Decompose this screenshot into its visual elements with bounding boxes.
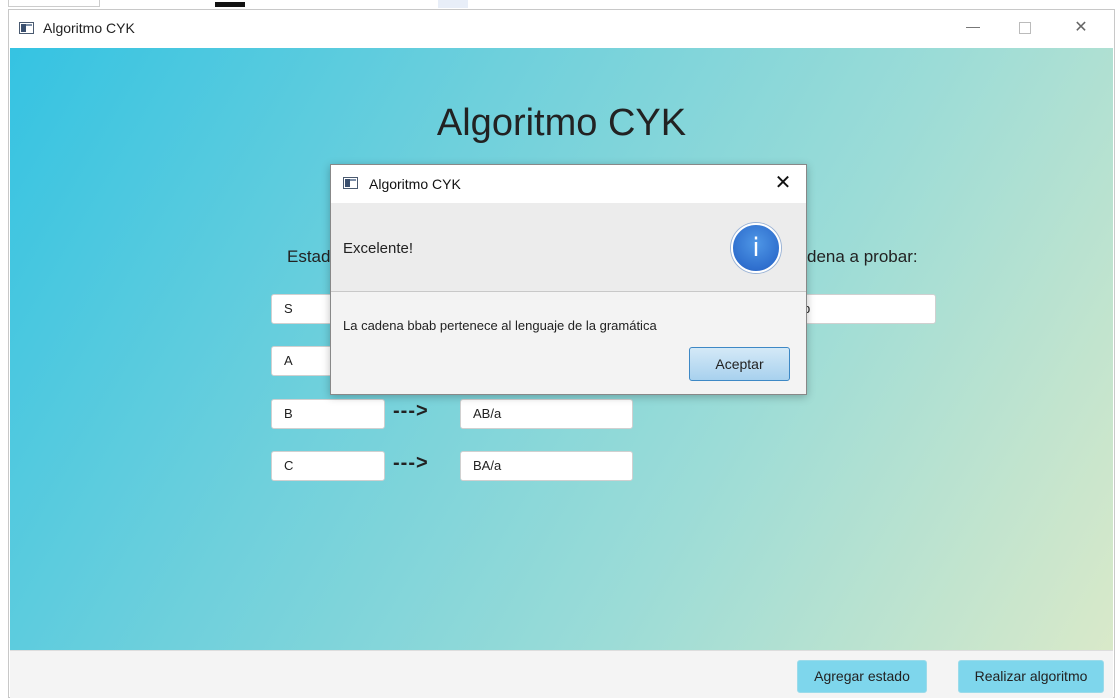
production-arrow: ---> — [393, 400, 429, 422]
minimize-button[interactable] — [950, 12, 996, 44]
add-state-button[interactable]: Agregar estado — [797, 660, 927, 693]
dialog-close-button[interactable]: ✕ — [768, 168, 798, 198]
state-input-b[interactable]: B — [271, 399, 385, 429]
dialog-header-text: Excelente! — [343, 240, 414, 257]
footer-bar: Agregar estado Realizar algoritmo — [10, 650, 1113, 698]
dialog-title: Algoritmo CYK — [369, 176, 461, 192]
title-bar[interactable]: Algoritmo CYK ✕ — [9, 10, 1114, 48]
cadena-input[interactable]: b — [790, 294, 936, 324]
background-mark — [215, 2, 245, 7]
info-icon: i — [731, 223, 781, 273]
close-icon: ✕ — [1074, 19, 1088, 36]
dialog-message: La cadena bbab pertenece al lenguaje de … — [343, 318, 657, 333]
minimize-icon — [966, 27, 980, 29]
cadena-label: dena a probar: — [807, 247, 918, 266]
production-input-b[interactable]: AB/a — [460, 399, 633, 429]
dialog-title-bar[interactable]: Algoritmo CYK ✕ — [331, 165, 806, 203]
page-title: Algoritmo CYK — [436, 102, 687, 144]
accept-button[interactable]: Aceptar — [689, 347, 790, 381]
run-algorithm-button[interactable]: Realizar algoritmo — [958, 660, 1104, 693]
dialog-header: Excelente! i — [331, 203, 806, 292]
production-input-c[interactable]: BA/a — [460, 451, 633, 481]
state-input-c[interactable]: C — [271, 451, 385, 481]
background-highlight — [438, 0, 468, 8]
close-icon: ✕ — [774, 172, 792, 194]
window-title: Algoritmo CYK — [43, 20, 135, 36]
maximize-icon — [1019, 21, 1031, 34]
close-button[interactable]: ✕ — [1058, 12, 1104, 44]
maximize-button[interactable] — [1002, 12, 1048, 44]
app-icon — [19, 22, 34, 34]
estados-label: Estad — [287, 247, 331, 266]
background-tab — [8, 0, 100, 7]
info-dialog: Algoritmo CYK ✕ Excelente! i La cadena b… — [330, 164, 807, 395]
app-icon — [343, 177, 358, 189]
production-arrow: ---> — [393, 452, 429, 474]
